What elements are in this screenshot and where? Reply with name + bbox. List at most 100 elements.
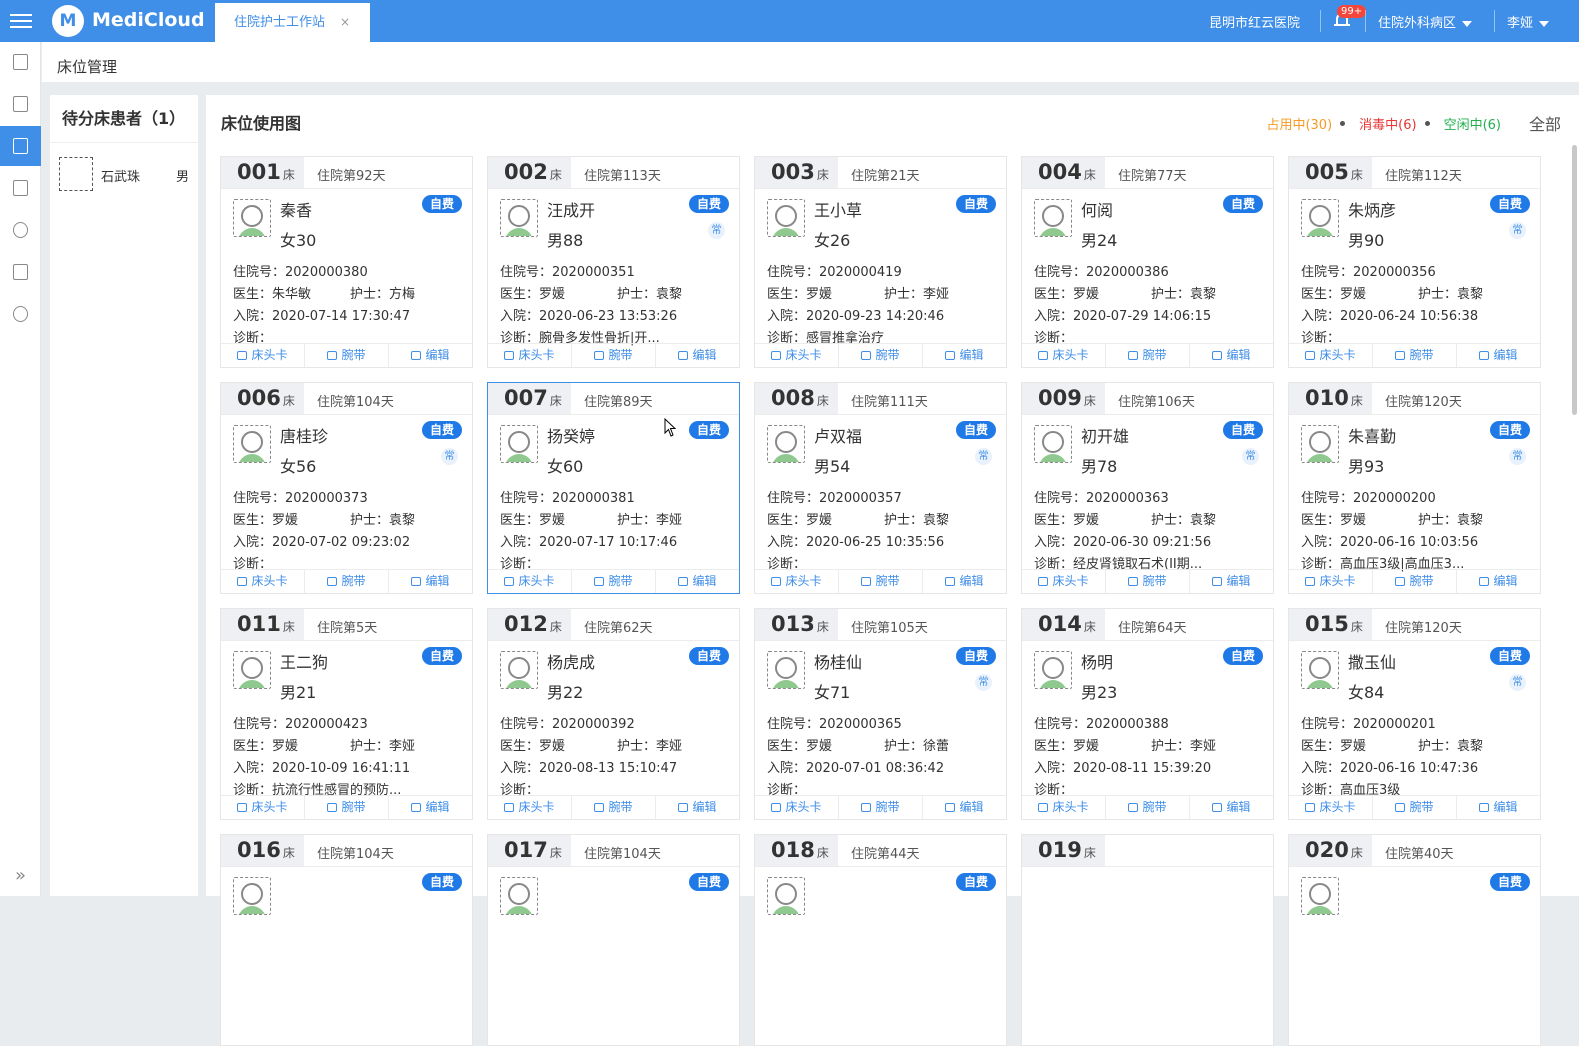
self-pay-badge: 自费 xyxy=(421,421,462,439)
edit-button[interactable]: 编辑 xyxy=(655,796,739,819)
admit-time: 入院：2020-08-13 15:10:47 xyxy=(500,761,678,776)
wristband-button[interactable]: 腕带 xyxy=(1105,344,1189,367)
stay-days: 住院第106天 xyxy=(1118,395,1195,410)
bed-card-button[interactable]: 床头卡 xyxy=(1289,344,1372,367)
bed-card[interactable]: 013 床住院第105天 杨桂仙 女71 自费常住院号：2020000365 医生：罗媛护… xyxy=(754,608,1007,820)
bed-card[interactable]: 012 床住院第62天 杨虎成 男22 自费 住院号：2020000392 医生：罗媛 护士：… xyxy=(487,608,740,820)
bed-card[interactable]: 006 床住院第104天 唐桂珍 女56 自费常住院号：2020000373 医生：罗媛护… xyxy=(220,382,473,594)
bed-card[interactable]: 017 床住院第104天 自费 xyxy=(487,834,740,1046)
bed-card-button[interactable]: 床头卡 xyxy=(221,796,304,819)
bed-card[interactable]: 010 床住院第120天 朱喜勤 男93 自费常住院号：2020000200 医生：罗媛护… xyxy=(1288,382,1541,594)
wristband-button[interactable]: 腕带 xyxy=(1372,344,1456,367)
edit-button[interactable]: 编辑 xyxy=(655,344,739,367)
bed-card-button[interactable]: 床头卡 xyxy=(1022,796,1105,819)
pending-patient[interactable]: 石武珠 男 xyxy=(59,157,195,191)
legend-free[interactable]: 空闲中(6) xyxy=(1444,114,1501,133)
bed-card-button[interactable]: 床头卡 xyxy=(755,796,838,819)
edit-button[interactable]: 编辑 xyxy=(388,344,472,367)
nav-item-minus[interactable] xyxy=(0,210,41,250)
wristband-button[interactable]: 腕带 xyxy=(571,344,655,367)
wristband-button[interactable]: 腕带 xyxy=(1105,570,1189,593)
wristband-button[interactable]: 腕带 xyxy=(304,344,388,367)
bed-card[interactable]: 003 床住院第21天 王小草 女26 自费 住院号：2020000419 医生：罗媛 护士：… xyxy=(754,156,1007,368)
edit-button[interactable]: 编辑 xyxy=(655,570,739,593)
hospital-name: 昆明市红云医院 xyxy=(1209,16,1301,31)
bed-card[interactable]: 001 床住院第92天 秦香 女30 自费 住院号：2020000380 医生：朱华敏 护士：… xyxy=(220,156,473,368)
bed-card[interactable]: 018 床住院第44天 自费 xyxy=(754,834,1007,1046)
legend-occupied[interactable]: 占用中(30) xyxy=(1266,114,1332,133)
wristband-button[interactable]: 腕带 xyxy=(838,570,922,593)
user-menu[interactable]: 李娅 xyxy=(1507,12,1550,31)
edit-button[interactable]: 编辑 xyxy=(1456,570,1540,593)
edit-button[interactable]: 编辑 xyxy=(922,344,1006,367)
care-team: 医生：罗媛 护士：徐蕾 xyxy=(767,739,950,754)
edit-icon xyxy=(411,803,422,812)
edit-icon xyxy=(411,351,422,360)
stay-days: 住院第40天 xyxy=(1385,847,1454,862)
admit-time: 入院：2020-07-29 14:06:15 xyxy=(1034,309,1212,324)
tab-nurse-station[interactable]: 住院护士工作站 × xyxy=(215,3,370,42)
ward-select[interactable]: 住院外科病区 xyxy=(1378,12,1473,31)
bed-card-button[interactable]: 床头卡 xyxy=(1022,344,1105,367)
close-icon[interactable]: × xyxy=(340,3,350,42)
bed-card-button[interactable]: 床头卡 xyxy=(221,570,304,593)
avatar-icon xyxy=(500,651,538,689)
bed-card[interactable]: 009 床住院第106天 初开雄 男78 自费常住院号：2020000363 医生：罗媛护… xyxy=(1021,382,1274,594)
bed-card[interactable]: 002 床住院第113天 汪成开 男88 自费常住院号：2020000351 医生：罗媛护… xyxy=(487,156,740,368)
wristband-button[interactable]: 腕带 xyxy=(1105,796,1189,819)
scrollbar[interactable] xyxy=(1572,145,1577,415)
edit-button[interactable]: 编辑 xyxy=(1456,344,1540,367)
wristband-button[interactable]: 腕带 xyxy=(304,796,388,819)
bed-card-header: 003 床住院第21天 xyxy=(755,157,1006,189)
edit-button[interactable]: 编辑 xyxy=(1189,796,1273,819)
bed-card[interactable]: 008 床住院第111天 卢双福 男54 自费常住院号：2020000357 医生：罗媛护… xyxy=(754,382,1007,594)
bed-card[interactable]: 005 床住院第112天 朱炳彦 男90 自费常住院号：2020000356 医生：罗媛护… xyxy=(1288,156,1541,368)
bed-card[interactable]: 004 床住院第77天 何阅 男24 自费 住院号：2020000386 医生：罗媛 护士：袁… xyxy=(1021,156,1274,368)
menu-icon[interactable] xyxy=(10,10,32,32)
wristband-button[interactable]: 腕带 xyxy=(838,344,922,367)
edit-button[interactable]: 编辑 xyxy=(1189,344,1273,367)
wristband-button[interactable]: 腕带 xyxy=(571,570,655,593)
wristband-button[interactable]: 腕带 xyxy=(838,796,922,819)
bed-card[interactable]: 019 床 xyxy=(1021,834,1274,1046)
edit-button[interactable]: 编辑 xyxy=(388,570,472,593)
bed-card-button[interactable]: 床头卡 xyxy=(488,570,571,593)
edit-button[interactable]: 编辑 xyxy=(1456,796,1540,819)
nav-item-sync[interactable] xyxy=(0,294,41,334)
nav-item-orders[interactable] xyxy=(0,84,41,124)
nav-item-patients[interactable] xyxy=(0,42,41,82)
edit-button[interactable]: 编辑 xyxy=(1189,570,1273,593)
bed-card-button[interactable]: 床头卡 xyxy=(488,796,571,819)
cursor-icon xyxy=(664,418,677,437)
bed-card-button[interactable]: 床头卡 xyxy=(1289,570,1372,593)
bed-card[interactable]: 015 床住院第120天 撒玉仙 女84 自费常住院号：2020000201 医生：罗媛护… xyxy=(1288,608,1541,820)
wristband-button[interactable]: 腕带 xyxy=(1372,796,1456,819)
legend-all[interactable]: 全部 xyxy=(1529,111,1561,135)
bed-card[interactable]: 014 床住院第64天 杨明 男23 自费 住院号：2020000388 医生：罗媛 护士：李… xyxy=(1021,608,1274,820)
edit-button[interactable]: 编辑 xyxy=(388,796,472,819)
bed-card-button[interactable]: 床头卡 xyxy=(488,344,571,367)
nav-item-list[interactable] xyxy=(0,168,41,208)
edit-button[interactable]: 编辑 xyxy=(922,570,1006,593)
edit-button[interactable]: 编辑 xyxy=(922,796,1006,819)
expand-icon[interactable]: » xyxy=(0,865,41,886)
bed-card-button[interactable]: 床头卡 xyxy=(1289,796,1372,819)
bed-card[interactable]: 011 床住院第5天 王二狗 男21 自费 住院号：2020000423 医生：罗媛 护士：李… xyxy=(220,608,473,820)
bed-card-button[interactable]: 床头卡 xyxy=(755,570,838,593)
bed-card-button[interactable]: 床头卡 xyxy=(1022,570,1105,593)
wristband-button[interactable]: 腕带 xyxy=(1372,570,1456,593)
bed-card[interactable]: 020 床住院第40天 自费 xyxy=(1288,834,1541,1046)
avatar-icon xyxy=(767,425,805,463)
bed-card[interactable]: 016 床住院第104天 自费 xyxy=(220,834,473,1046)
nav-item-bed-management[interactable] xyxy=(0,126,41,166)
bed-card-button[interactable]: 床头卡 xyxy=(221,344,304,367)
nav-item-records[interactable] xyxy=(0,252,41,292)
wristband-button[interactable]: 腕带 xyxy=(571,796,655,819)
bed-card[interactable]: 007 床住院第89天 扬癸婷 女60 自费 住院号：2020000381 医生：罗媛 护士：… xyxy=(487,382,740,594)
card-actions: 床头卡 腕带 编辑 xyxy=(1289,569,1540,593)
bed-number: 020 床 xyxy=(1289,835,1372,866)
bed-card-button[interactable]: 床头卡 xyxy=(755,344,838,367)
wristband-button[interactable]: 腕带 xyxy=(304,570,388,593)
clipboard-icon xyxy=(13,264,28,280)
legend-disinfecting[interactable]: 消毒中(6) xyxy=(1359,114,1416,133)
